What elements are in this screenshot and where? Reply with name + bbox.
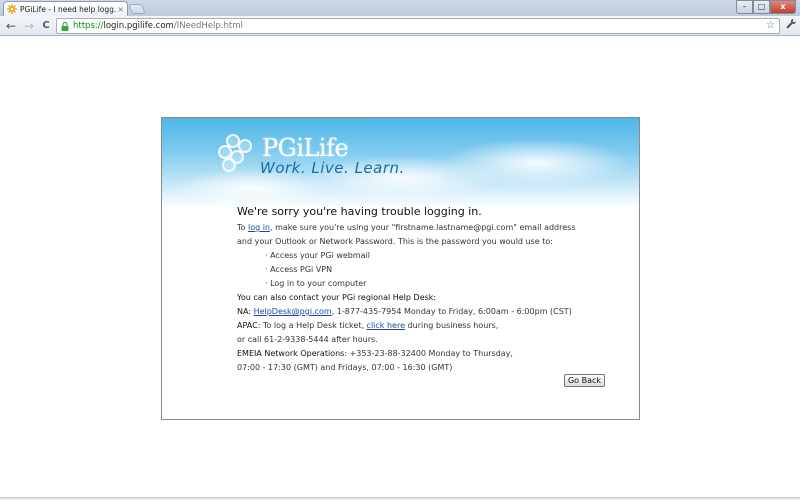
pgilife-logo: PGiLife Work. Live. Learn. [218,132,408,182]
intro-line-1: To log in, make sure you're using your "… [237,221,627,235]
tab-title: PGiLife - I need help logg... [20,4,118,14]
bullet-vpn: · Access PGi VPN [265,265,333,274]
helpdesk-email-link[interactable]: HelpDesk@pgi.com [254,307,332,316]
intro-line-2: and your Outlook or Network Password. Th… [237,237,553,246]
na-contact: NA: HelpDesk@pgi.com, 1-877-435-7954 Mon… [237,305,627,319]
emeia-label: EMEIA Network Operations [237,349,345,358]
contact-heading: You can also contact your PGi regional H… [237,293,437,302]
logo-text: PGiLife [262,134,349,162]
wrench-menu-icon[interactable] [786,18,797,32]
bullet-computer: · Log in to your computer [265,279,367,288]
address-bar[interactable]: https://login.pgilife.com/INeedHelp.html… [56,18,780,34]
emeia-line-2: 07:00 - 17:30 (GMT) and Fridays, 07:00 -… [237,363,453,372]
apac-line-2: or call 61-2-9338-5444 after hours. [237,335,378,344]
bullet-webmail: · Access your PGi webmail [265,251,371,260]
browser-title-bar: PGiLife - I need help logg... × – □ x [0,0,800,16]
maximize-button[interactable]: □ [753,0,770,14]
window-controls: – □ x [736,0,796,14]
header-banner: PGiLife Work. Live. Learn. [162,118,639,208]
go-back-button[interactable]: Go Back [564,374,605,387]
bookmark-star-icon[interactable]: ☆ [766,20,775,31]
url-path: /INeedHelp.html [173,21,243,31]
click-here-link[interactable]: click here [367,321,405,330]
na-label: NA: [237,307,254,316]
apac-text: during business hours, [405,321,499,330]
intro-text: , make sure you're using your "firstname… [270,223,576,232]
forward-arrow-icon[interactable]: → [22,18,36,34]
back-arrow-icon[interactable]: ← [4,18,18,34]
help-content: We're sorry you're having trouble loggin… [237,205,627,375]
logo-tagline: Work. Live. Learn. [260,159,405,177]
emeia-text: : +353-23-88-32400 Monday to Thursday, [344,349,513,358]
apac-contact: APAC: To log a Help Desk ticket, click h… [237,319,627,333]
logo-bubbles-icon [218,134,258,172]
page-heading: We're sorry you're having trouble loggin… [237,205,482,218]
browser-toolbar: ← → C https://login.pgilife.com/INeedHel… [0,16,800,36]
apac-label: APAC [237,321,258,330]
reload-icon[interactable]: C [39,18,53,34]
url-host: login.pgilife.com [103,21,174,31]
apac-text: : To log a Help Desk ticket, [257,321,367,330]
na-details: , 1-877-435-7954 Monday to Friday, 6:00a… [331,307,572,316]
emeia-contact: EMEIA Network Operations: +353-23-88-324… [237,347,627,361]
url-scheme: https:// [73,21,104,31]
minimize-button[interactable]: – [736,0,753,14]
favicon-icon [7,4,17,14]
lock-icon [61,21,69,31]
tab-close-icon[interactable]: × [117,5,124,14]
login-link[interactable]: log in [248,223,270,232]
browser-tab[interactable]: PGiLife - I need help logg... × [3,1,128,16]
close-window-button[interactable]: x [770,0,796,14]
help-card: PGiLife Work. Live. Learn. We're sorry y… [161,117,640,420]
new-tab-button[interactable] [128,4,146,14]
intro-text: To [237,223,248,232]
cloud-decoration [442,138,632,188]
